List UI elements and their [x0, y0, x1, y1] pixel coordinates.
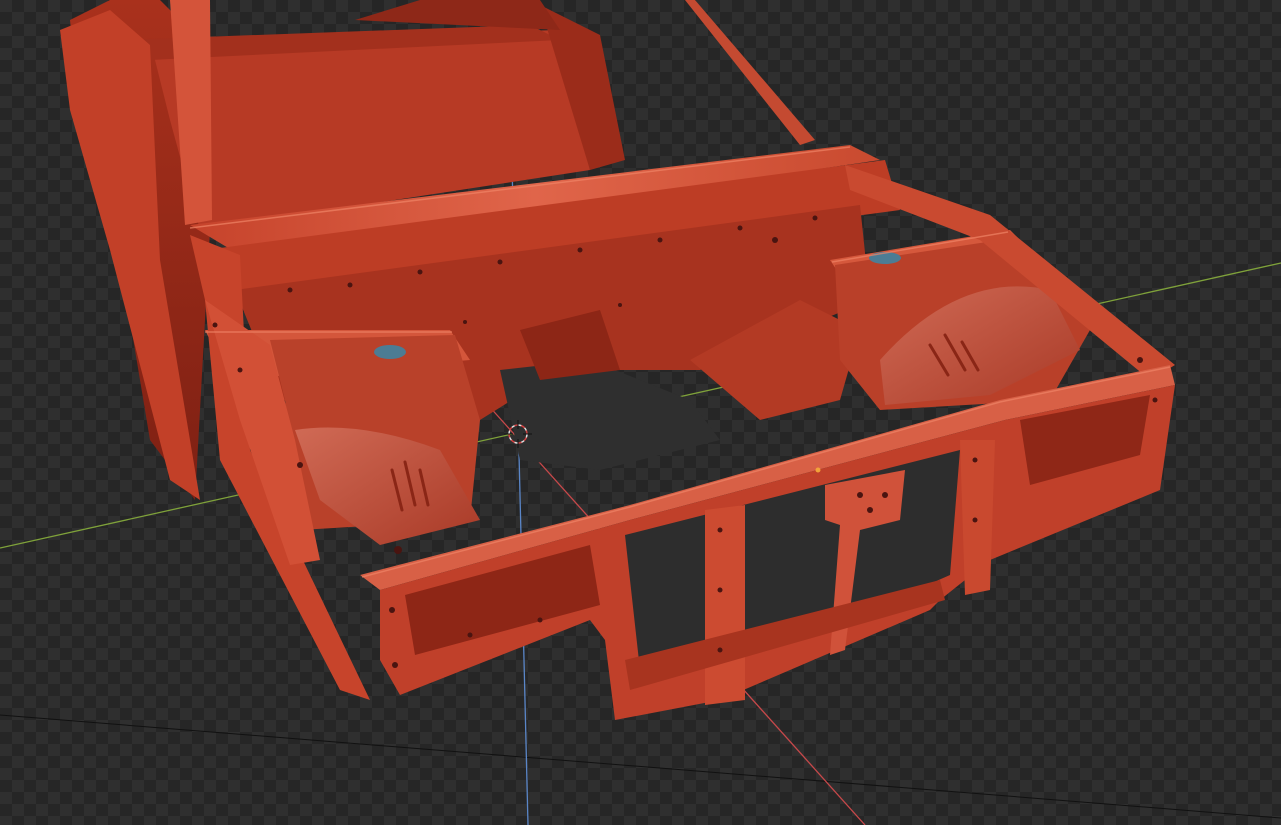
viewport-scene[interactable]	[0, 0, 1281, 825]
right-shock-cap	[869, 252, 901, 264]
floor-line-back	[0, 714, 1281, 819]
a-pillar-right	[685, 0, 815, 145]
radiator-upright-right	[960, 440, 995, 595]
left-shock-cap	[374, 345, 406, 359]
3d-viewport[interactable]	[0, 0, 1281, 825]
radiator-upright-left	[705, 505, 745, 705]
object-origin-dot	[815, 467, 821, 473]
roof-edge-strip	[355, 0, 560, 30]
car-body-model[interactable]	[60, 0, 1175, 720]
engine-bay-opening	[500, 360, 720, 470]
